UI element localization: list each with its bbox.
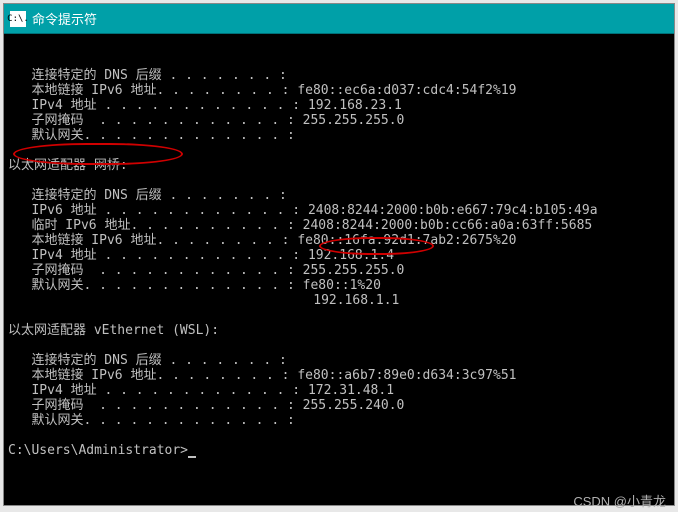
output-line: 连接特定的 DNS 后缀 . . . . . . . :: [8, 353, 287, 368]
terminal-output[interactable]: 连接特定的 DNS 后缀 . . . . . . . : 本地链接 IPv6 地…: [4, 34, 674, 505]
output-line: 连接特定的 DNS 后缀 . . . . . . . :: [8, 188, 287, 203]
output-line: 子网掩码 . . . . . . . . . . . . : 255.255.2…: [8, 398, 404, 413]
ipv4-bridge-value: 192.168.1.4: [308, 248, 394, 263]
window-icon: C:\.: [10, 11, 26, 27]
output-line: [8, 428, 16, 443]
output-line: [8, 338, 16, 353]
output-line: 默认网关. . . . . . . . . . . . . :: [8, 128, 295, 143]
output-line: 本地链接 IPv6 地址. . . . . . . . : fe80::16fa…: [8, 233, 516, 248]
titlebar[interactable]: C:\. 命令提示符: [4, 4, 674, 34]
output-line: 临时 IPv6 地址. . . . . . . . . . : 2408:824…: [8, 218, 592, 233]
cursor: [188, 456, 196, 458]
output-line: 子网掩码 . . . . . . . . . . . . : 255.255.2…: [8, 263, 404, 278]
output-line: 默认网关. . . . . . . . . . . . . :: [8, 413, 295, 428]
prompt-line[interactable]: C:\Users\Administrator>: [8, 443, 196, 458]
output-line: IPv4 地址 . . . . . . . . . . . . : 172.31…: [8, 383, 394, 398]
output-line: 子网掩码 . . . . . . . . . . . . : 255.255.2…: [8, 113, 404, 128]
output-line: [8, 53, 16, 68]
output-line: [8, 143, 16, 158]
output-line: [8, 173, 16, 188]
adapter-header-bridge: 以太网适配器 网桥:: [8, 158, 128, 173]
output-line: IPv4 地址 . . . . . . . . . . . . : 192.16…: [8, 98, 402, 113]
output-line: 本地链接 IPv6 地址. . . . . . . . : fe80::a6b7…: [8, 368, 516, 383]
window-title: 命令提示符: [32, 9, 97, 28]
output-line: IPv4 地址 . . . . . . . . . . . . : 192.16…: [8, 248, 394, 263]
watermark: CSDN @小青龙: [573, 491, 666, 510]
adapter-header-wsl: 以太网适配器 vEthernet (WSL):: [8, 323, 219, 338]
output-line: [8, 308, 16, 323]
output-line: IPv6 地址 . . . . . . . . . . . . : 2408:8…: [8, 203, 598, 218]
command-prompt-window: C:\. 命令提示符 连接特定的 DNS 后缀 . . . . . . . : …: [3, 3, 675, 506]
output-line: 192.168.1.1: [8, 293, 399, 308]
output-line: 本地链接 IPv6 地址. . . . . . . . : fe80::ec6a…: [8, 83, 516, 98]
output-line: 连接特定的 DNS 后缀 . . . . . . . :: [8, 68, 287, 83]
output-line: 默认网关. . . . . . . . . . . . . : fe80::1%…: [8, 278, 381, 293]
